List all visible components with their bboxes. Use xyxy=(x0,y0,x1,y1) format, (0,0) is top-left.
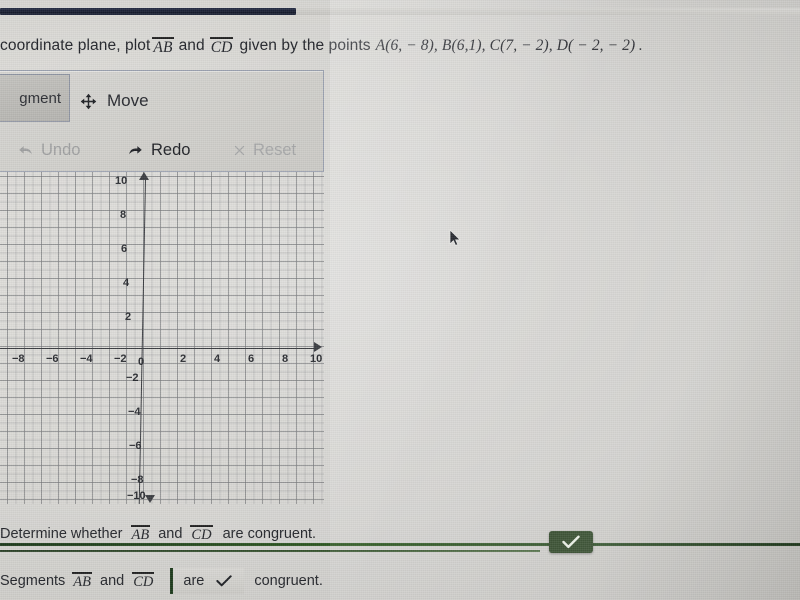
y-tick-4: 4 xyxy=(123,277,130,289)
x-tick-2: 2 xyxy=(180,353,187,365)
point-c: C(7, − 2), xyxy=(489,37,553,54)
graph-gridlines xyxy=(0,172,324,504)
answer-segment-ab: AB xyxy=(72,572,93,591)
move-arrows-icon xyxy=(80,93,97,110)
determine-segment-cd: CD xyxy=(190,525,213,544)
x-tick-0: 0 xyxy=(138,356,145,368)
undo-label: Undo xyxy=(41,140,81,159)
tab-segment[interactable]: gment xyxy=(0,74,70,122)
reset-label: Reset xyxy=(253,140,297,159)
x-tick-4: 4 xyxy=(214,353,221,365)
y-tick-8: 8 xyxy=(120,209,127,221)
move-tool-label: Move xyxy=(107,91,149,110)
check-icon xyxy=(216,575,233,587)
y-tick-m4: −4 xyxy=(128,406,141,418)
mouse-pointer-icon xyxy=(449,229,461,247)
determine-and: and xyxy=(158,526,183,542)
point-b: B(6,1), xyxy=(441,37,486,54)
y-tick-m10: −10 xyxy=(127,490,146,502)
x-tick-m4: −4 xyxy=(80,353,93,365)
y-tick-6: 6 xyxy=(121,243,128,255)
prompt-conjunction: and xyxy=(178,37,205,54)
congruence-dropdown[interactable]: are xyxy=(170,568,245,594)
reset-button[interactable]: Reset xyxy=(233,141,296,160)
y-axis-arrow-down-icon xyxy=(145,495,155,503)
close-x-icon xyxy=(233,144,246,157)
redo-button[interactable]: Redo xyxy=(128,141,233,160)
answer-tail: congruent. xyxy=(254,573,323,589)
y-tick-m8: −8 xyxy=(131,474,144,486)
x-tick-m6: −6 xyxy=(46,353,59,365)
prompt-segment-ab: AB xyxy=(152,36,174,56)
determine-tail: are congruent. xyxy=(222,526,317,542)
x-tick-6: 6 xyxy=(248,353,255,365)
x-axis-arrow-icon xyxy=(314,342,322,352)
dropdown-value: are xyxy=(183,573,205,589)
tab-segment-label: gment xyxy=(19,89,61,107)
answer-segment-cd: CD xyxy=(132,572,155,591)
y-tick-m6: −6 xyxy=(129,440,142,452)
x-tick-8: 8 xyxy=(282,353,289,365)
answer-lead: Segments xyxy=(0,573,66,589)
question-prompt: coordinate plane, plot AB and CD given b… xyxy=(0,32,800,60)
prompt-lead: coordinate plane, plot xyxy=(0,37,151,54)
coordinate-plane[interactable]: 10 8 6 4 2 −2 −4 −6 −8 −10 −8 −6 −4 −2 0… xyxy=(0,172,324,504)
answer-statement: Segments AB and CD are congruent. xyxy=(0,566,470,596)
prompt-period: . xyxy=(638,37,643,54)
y-tick-10: 10 xyxy=(115,175,128,187)
x-axis xyxy=(0,348,318,349)
x-tick-10: 10 xyxy=(310,353,323,365)
green-divider xyxy=(0,543,800,546)
undo-button[interactable]: Undo xyxy=(18,141,128,160)
x-tick-m8: −8 xyxy=(12,353,25,365)
app-navbar xyxy=(0,8,296,15)
graph-action-row: Undo Redo Reset xyxy=(18,136,318,164)
redo-arrow-icon xyxy=(128,143,143,158)
determine-segment-ab: AB xyxy=(130,525,151,544)
navbar-tail xyxy=(296,8,800,15)
prompt-segment-cd: CD xyxy=(209,36,234,56)
undo-arrow-icon xyxy=(18,143,33,158)
point-a: A(6, − 8), xyxy=(375,37,438,54)
move-tool-button[interactable]: Move xyxy=(80,86,149,116)
x-tick-m2: −2 xyxy=(114,353,127,365)
redo-label: Redo xyxy=(151,140,191,159)
determine-lead: Determine whether xyxy=(0,526,123,542)
prompt-mid: given by the points xyxy=(239,37,371,54)
green-divider-secondary xyxy=(0,550,540,552)
y-tick-m2: −2 xyxy=(126,372,139,384)
check-icon xyxy=(562,535,580,549)
answer-and: and xyxy=(100,573,125,589)
point-d: D( − 2, − 2) xyxy=(556,37,636,54)
status-badge xyxy=(549,531,593,553)
y-tick-2: 2 xyxy=(125,311,132,323)
y-axis-arrow-up-icon xyxy=(139,172,149,180)
